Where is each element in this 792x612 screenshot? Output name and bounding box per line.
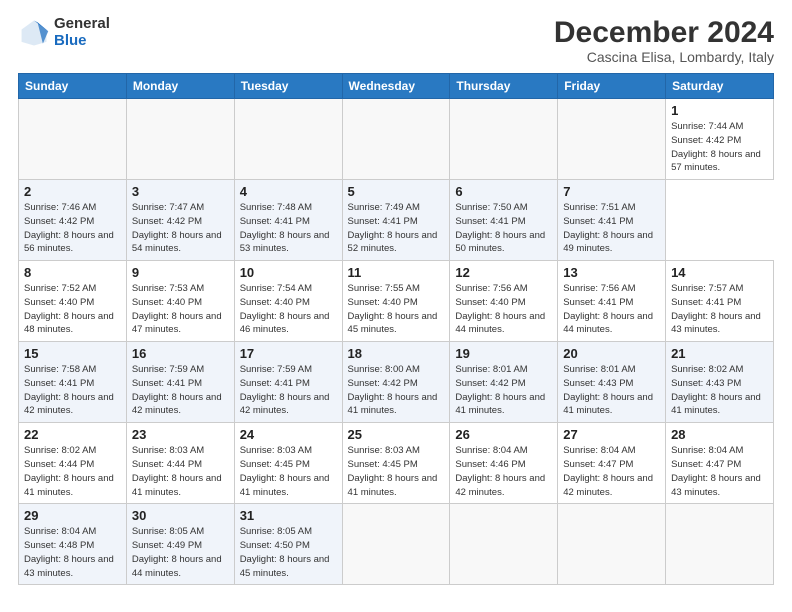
calendar-week-3: 8Sunrise: 7:52 AMSunset: 4:40 PMDaylight… <box>19 261 774 342</box>
empty-cell <box>450 504 558 585</box>
empty-cell <box>558 504 666 585</box>
calendar-header-wednesday: Wednesday <box>342 74 450 99</box>
calendar-header-friday: Friday <box>558 74 666 99</box>
cell-text: Sunrise: 7:54 AMSunset: 4:40 PMDaylight:… <box>240 282 337 337</box>
cell-text: Sunrise: 7:55 AMSunset: 4:40 PMDaylight:… <box>348 282 445 337</box>
calendar-cell-31: 31Sunrise: 8:05 AMSunset: 4:50 PMDayligh… <box>234 504 342 585</box>
logo: General Blue <box>18 16 110 49</box>
calendar-week-6: 29Sunrise: 8:04 AMSunset: 4:48 PMDayligh… <box>19 504 774 585</box>
calendar-cell-2: 2Sunrise: 7:46 AMSunset: 4:42 PMDaylight… <box>19 180 127 261</box>
calendar-header-saturday: Saturday <box>666 74 774 99</box>
cell-text: Sunrise: 7:47 AMSunset: 4:42 PMDaylight:… <box>132 201 229 256</box>
calendar-cell-11: 11Sunrise: 7:55 AMSunset: 4:40 PMDayligh… <box>342 261 450 342</box>
calendar-header-sunday: Sunday <box>19 74 127 99</box>
calendar-cell-10: 10Sunrise: 7:54 AMSunset: 4:40 PMDayligh… <box>234 261 342 342</box>
header: General Blue December 2024 Cascina Elisa… <box>18 16 774 65</box>
empty-cell <box>450 99 558 180</box>
cell-text: Sunrise: 7:59 AMSunset: 4:41 PMDaylight:… <box>132 363 229 418</box>
empty-cell <box>126 99 234 180</box>
calendar-cell-3: 3Sunrise: 7:47 AMSunset: 4:42 PMDaylight… <box>126 180 234 261</box>
cell-text: Sunrise: 8:04 AMSunset: 4:47 PMDaylight:… <box>671 444 768 499</box>
empty-cell <box>342 504 450 585</box>
calendar-cell-16: 16Sunrise: 7:59 AMSunset: 4:41 PMDayligh… <box>126 342 234 423</box>
cell-text: Sunrise: 7:52 AMSunset: 4:40 PMDaylight:… <box>24 282 121 337</box>
calendar-cell-27: 27Sunrise: 8:04 AMSunset: 4:47 PMDayligh… <box>558 423 666 504</box>
calendar-cell-15: 15Sunrise: 7:58 AMSunset: 4:41 PMDayligh… <box>19 342 127 423</box>
calendar-cell-20: 20Sunrise: 8:01 AMSunset: 4:43 PMDayligh… <box>558 342 666 423</box>
empty-cell <box>666 504 774 585</box>
calendar-cell-26: 26Sunrise: 8:04 AMSunset: 4:46 PMDayligh… <box>450 423 558 504</box>
cell-text: Sunrise: 8:00 AMSunset: 4:42 PMDaylight:… <box>348 363 445 418</box>
cell-text: Sunrise: 8:01 AMSunset: 4:43 PMDaylight:… <box>563 363 660 418</box>
cell-text: Sunrise: 7:56 AMSunset: 4:40 PMDaylight:… <box>455 282 552 337</box>
calendar-cell-7: 7Sunrise: 7:51 AMSunset: 4:41 PMDaylight… <box>558 180 666 261</box>
cell-text: Sunrise: 7:48 AMSunset: 4:41 PMDaylight:… <box>240 201 337 256</box>
cell-text: Sunrise: 8:04 AMSunset: 4:46 PMDaylight:… <box>455 444 552 499</box>
cell-text: Sunrise: 8:03 AMSunset: 4:45 PMDaylight:… <box>348 444 445 499</box>
logo-icon <box>18 17 50 49</box>
cell-text: Sunrise: 8:05 AMSunset: 4:49 PMDaylight:… <box>132 525 229 580</box>
calendar-week-2: 2Sunrise: 7:46 AMSunset: 4:42 PMDaylight… <box>19 180 774 261</box>
calendar-cell-6: 6Sunrise: 7:50 AMSunset: 4:41 PMDaylight… <box>450 180 558 261</box>
calendar-cell-14: 14Sunrise: 7:57 AMSunset: 4:41 PMDayligh… <box>666 261 774 342</box>
empty-cell <box>558 99 666 180</box>
cell-text: Sunrise: 8:04 AMSunset: 4:47 PMDaylight:… <box>563 444 660 499</box>
calendar-cell-21: 21Sunrise: 8:02 AMSunset: 4:43 PMDayligh… <box>666 342 774 423</box>
calendar-table: SundayMondayTuesdayWednesdayThursdayFrid… <box>18 73 774 585</box>
logo-blue: Blue <box>54 33 110 50</box>
cell-text: Sunrise: 7:50 AMSunset: 4:41 PMDaylight:… <box>455 201 552 256</box>
title-block: December 2024 Cascina Elisa, Lombardy, I… <box>554 16 774 65</box>
calendar-cell-5: 5Sunrise: 7:49 AMSunset: 4:41 PMDaylight… <box>342 180 450 261</box>
calendar-header-tuesday: Tuesday <box>234 74 342 99</box>
cell-text: Sunrise: 7:58 AMSunset: 4:41 PMDaylight:… <box>24 363 121 418</box>
cell-text: Sunrise: 8:02 AMSunset: 4:44 PMDaylight:… <box>24 444 121 499</box>
calendar-week-1: 1Sunrise: 7:44 AMSunset: 4:42 PMDaylight… <box>19 99 774 180</box>
cell-text: Sunrise: 7:46 AMSunset: 4:42 PMDaylight:… <box>24 201 121 256</box>
calendar-cell-22: 22Sunrise: 8:02 AMSunset: 4:44 PMDayligh… <box>19 423 127 504</box>
calendar-cell-13: 13Sunrise: 7:56 AMSunset: 4:41 PMDayligh… <box>558 261 666 342</box>
calendar-cell-18: 18Sunrise: 8:00 AMSunset: 4:42 PMDayligh… <box>342 342 450 423</box>
cell-text: Sunrise: 7:59 AMSunset: 4:41 PMDaylight:… <box>240 363 337 418</box>
cell-text: Sunrise: 7:57 AMSunset: 4:41 PMDaylight:… <box>671 282 768 337</box>
calendar-cell-19: 19Sunrise: 8:01 AMSunset: 4:42 PMDayligh… <box>450 342 558 423</box>
calendar-cell-4: 4Sunrise: 7:48 AMSunset: 4:41 PMDaylight… <box>234 180 342 261</box>
page: General Blue December 2024 Cascina Elisa… <box>0 0 792 612</box>
calendar-header-row: SundayMondayTuesdayWednesdayThursdayFrid… <box>19 74 774 99</box>
calendar-cell-1: 1Sunrise: 7:44 AMSunset: 4:42 PMDaylight… <box>666 99 774 180</box>
calendar-cell-12: 12Sunrise: 7:56 AMSunset: 4:40 PMDayligh… <box>450 261 558 342</box>
calendar-week-5: 22Sunrise: 8:02 AMSunset: 4:44 PMDayligh… <box>19 423 774 504</box>
location-title: Cascina Elisa, Lombardy, Italy <box>554 49 774 65</box>
calendar-cell-8: 8Sunrise: 7:52 AMSunset: 4:40 PMDaylight… <box>19 261 127 342</box>
logo-text: General Blue <box>54 16 110 49</box>
logo-general: General <box>54 16 110 33</box>
calendar-header-monday: Monday <box>126 74 234 99</box>
calendar-week-4: 15Sunrise: 7:58 AMSunset: 4:41 PMDayligh… <box>19 342 774 423</box>
calendar-cell-23: 23Sunrise: 8:03 AMSunset: 4:44 PMDayligh… <box>126 423 234 504</box>
cell-text: Sunrise: 8:04 AMSunset: 4:48 PMDaylight:… <box>24 525 121 580</box>
calendar-cell-29: 29Sunrise: 8:04 AMSunset: 4:48 PMDayligh… <box>19 504 127 585</box>
cell-text: Sunrise: 8:03 AMSunset: 4:45 PMDaylight:… <box>240 444 337 499</box>
cell-text: Sunrise: 7:51 AMSunset: 4:41 PMDaylight:… <box>563 201 660 256</box>
calendar-cell-9: 9Sunrise: 7:53 AMSunset: 4:40 PMDaylight… <box>126 261 234 342</box>
cell-text: Sunrise: 8:01 AMSunset: 4:42 PMDaylight:… <box>455 363 552 418</box>
month-title: December 2024 <box>554 16 774 49</box>
calendar-cell-17: 17Sunrise: 7:59 AMSunset: 4:41 PMDayligh… <box>234 342 342 423</box>
cell-text: Sunrise: 7:49 AMSunset: 4:41 PMDaylight:… <box>348 201 445 256</box>
cell-text: Sunrise: 7:44 AMSunset: 4:42 PMDaylight:… <box>671 120 768 175</box>
empty-cell <box>342 99 450 180</box>
calendar-cell-30: 30Sunrise: 8:05 AMSunset: 4:49 PMDayligh… <box>126 504 234 585</box>
empty-cell <box>19 99 127 180</box>
cell-text: Sunrise: 8:03 AMSunset: 4:44 PMDaylight:… <box>132 444 229 499</box>
calendar-cell-25: 25Sunrise: 8:03 AMSunset: 4:45 PMDayligh… <box>342 423 450 504</box>
cell-text: Sunrise: 7:56 AMSunset: 4:41 PMDaylight:… <box>563 282 660 337</box>
calendar-cell-24: 24Sunrise: 8:03 AMSunset: 4:45 PMDayligh… <box>234 423 342 504</box>
calendar-cell-28: 28Sunrise: 8:04 AMSunset: 4:47 PMDayligh… <box>666 423 774 504</box>
calendar-header-thursday: Thursday <box>450 74 558 99</box>
cell-text: Sunrise: 8:05 AMSunset: 4:50 PMDaylight:… <box>240 525 337 580</box>
empty-cell <box>234 99 342 180</box>
cell-text: Sunrise: 7:53 AMSunset: 4:40 PMDaylight:… <box>132 282 229 337</box>
cell-text: Sunrise: 8:02 AMSunset: 4:43 PMDaylight:… <box>671 363 768 418</box>
